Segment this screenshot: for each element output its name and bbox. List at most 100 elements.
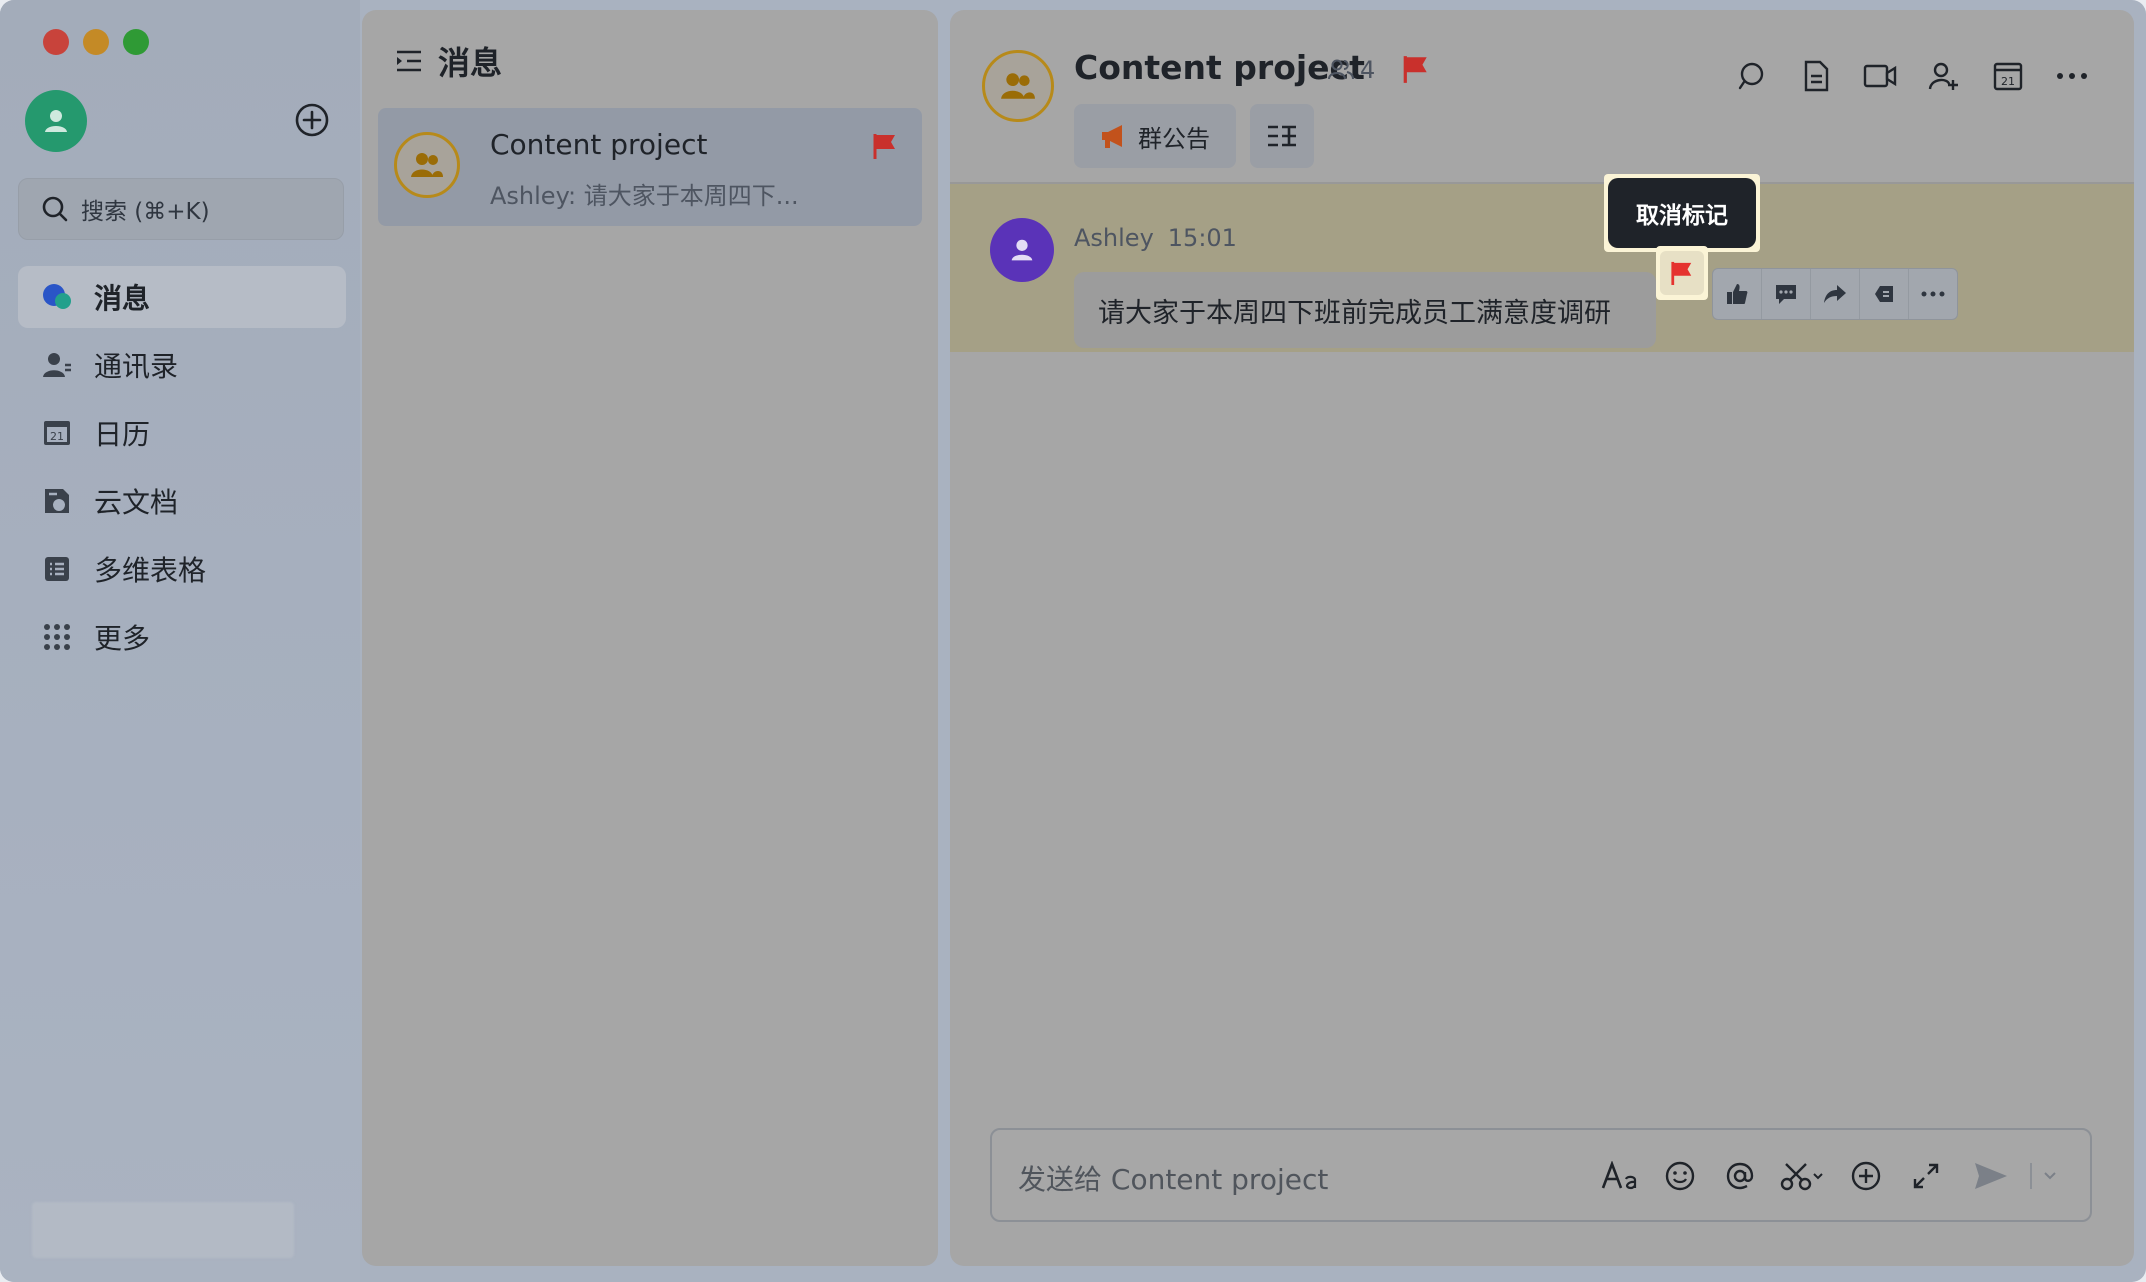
- menu-list-icon: [1268, 125, 1296, 147]
- sidebar-item-label: 通讯录: [94, 350, 179, 383]
- more-grid-icon: [40, 620, 74, 654]
- emoji-icon: [1665, 1161, 1695, 1191]
- thumbs-up-icon: [1727, 284, 1748, 304]
- expand-composer-button[interactable]: [1896, 1152, 1956, 1200]
- search-placeholder: 搜索 (⌘+K): [81, 199, 210, 225]
- sidebar-item-docs[interactable]: 云文档: [18, 470, 346, 532]
- group-icon: [411, 153, 443, 177]
- chevron-down-icon: [2044, 1172, 2056, 1180]
- send-button[interactable]: [1956, 1152, 2026, 1200]
- forward-button[interactable]: [1811, 269, 1860, 319]
- message-more-button[interactable]: [1909, 269, 1957, 319]
- text-format-button[interactable]: [1590, 1152, 1650, 1200]
- chat-search-button[interactable]: [1720, 54, 1784, 98]
- sidebar-item-more[interactable]: 更多: [18, 606, 346, 668]
- search-box[interactable]: 搜索 (⌘+K): [18, 178, 344, 240]
- add-attachment-button[interactable]: [1836, 1152, 1896, 1200]
- sidebar-item-calendar[interactable]: 21 日历: [18, 402, 346, 464]
- search-icon: [1738, 62, 1764, 90]
- message-bubble-icon: [40, 280, 74, 314]
- group-icon: [1001, 73, 1035, 99]
- message-meta: Ashley 15:01: [1074, 224, 1237, 252]
- chat-list-header: 消息: [394, 38, 502, 84]
- group-avatar: [394, 132, 460, 198]
- message-row[interactable]: Ashley 15:01 请大家于本周四下班前完成员工满意度调研: [950, 184, 2134, 352]
- sidebar-item-label: 更多: [94, 622, 151, 655]
- create-button[interactable]: [294, 102, 330, 138]
- bitable-icon: [40, 552, 74, 586]
- send-options-button[interactable]: [2038, 1152, 2062, 1200]
- mention-button[interactable]: [1710, 1152, 1770, 1200]
- window-minimize-button[interactable]: [83, 29, 109, 55]
- scissors-icon: [1780, 1163, 1823, 1191]
- plus-circle-icon: [1851, 1161, 1881, 1191]
- chat-group-avatar[interactable]: [982, 50, 1054, 122]
- person-icon: [45, 110, 67, 132]
- reply-button[interactable]: [1762, 269, 1811, 319]
- user-avatar[interactable]: [25, 90, 87, 152]
- svg-text:21: 21: [2001, 75, 2015, 88]
- message-bubble[interactable]: 请大家于本周四下班前完成员工满意度调研: [1074, 272, 1656, 348]
- composer-toolbar: [1590, 1152, 2062, 1200]
- chat-tabs-button[interactable]: [1250, 104, 1314, 168]
- sender-avatar[interactable]: [990, 218, 1054, 282]
- chat-header-toolbar: 21: [1720, 54, 2104, 98]
- schedule-button[interactable]: 21: [1976, 54, 2040, 98]
- calendar-icon: 21: [1993, 62, 2023, 91]
- like-button[interactable]: [1713, 269, 1762, 319]
- flag-icon[interactable]: [1402, 54, 1430, 84]
- sidebar-item-messages[interactable]: 消息: [18, 266, 346, 328]
- sidebar-item-label: 云文档: [94, 486, 179, 519]
- add-user-icon: [1928, 62, 1958, 90]
- chat-list-panel: 消息 Content project Ashley: 请大家于本周四下...: [362, 10, 938, 1266]
- more-options-button[interactable]: [2040, 54, 2104, 98]
- quote-button[interactable]: [1860, 269, 1909, 319]
- unflag-button-inner: [1660, 251, 1704, 295]
- megaphone-icon: [1102, 125, 1122, 148]
- app-window: 搜索 (⌘+K) 消息 通讯录 21 日历 云文档 多维表格 更多 消息 Con…: [0, 0, 2146, 1282]
- unflag-button[interactable]: [1656, 246, 1708, 300]
- group-notice-button[interactable]: 群公告: [1074, 104, 1236, 168]
- member-count[interactable]: 4: [1328, 56, 1375, 84]
- chat-name: Content project: [490, 128, 708, 161]
- cloud-docs-icon: [40, 484, 74, 518]
- forward-arrow-icon: [1824, 285, 1846, 303]
- window-close-button[interactable]: [43, 29, 69, 55]
- chat-title[interactable]: Content project: [1074, 48, 1365, 87]
- window-zoom-button[interactable]: [123, 29, 149, 55]
- sidebar-item-bitable[interactable]: 多维表格: [18, 538, 346, 600]
- text-format-icon: [1601, 1161, 1637, 1190]
- chat-panel: Content project 4 21 群公告 Ashley 15:01 请大…: [950, 10, 2134, 1266]
- composer-input[interactable]: 发送给 Content project: [1018, 1158, 1328, 1198]
- video-call-button[interactable]: [1848, 54, 1912, 98]
- blurred-footer: [32, 1202, 294, 1258]
- expand-icon: [1913, 1163, 1939, 1189]
- group-avatar: [982, 50, 1054, 122]
- sidebar-item-contacts[interactable]: 通讯录: [18, 334, 346, 396]
- video-camera-icon: [1863, 64, 1897, 88]
- tooltip: 取消标记: [1608, 178, 1756, 248]
- tooltip-text: 取消标记: [1636, 203, 1728, 229]
- group-notice-label: 群公告: [1138, 124, 1210, 153]
- tooltip-highlight: 取消标记: [1604, 174, 1760, 252]
- chat-docs-button[interactable]: [1784, 54, 1848, 98]
- flag-icon: [872, 132, 898, 160]
- sender-name: Ashley: [1074, 224, 1154, 252]
- screenshot-button[interactable]: [1770, 1152, 1836, 1200]
- member-count-value: 4: [1360, 56, 1376, 84]
- quote-icon: [1875, 286, 1893, 302]
- message-action-bar: [1712, 268, 1958, 320]
- flag-icon: [1671, 261, 1692, 285]
- collapse-list-icon[interactable]: [394, 46, 424, 76]
- emoji-button[interactable]: [1650, 1152, 1710, 1200]
- more-horizontal-icon: [1921, 291, 1945, 297]
- message-composer[interactable]: 发送给 Content project: [990, 1128, 2092, 1222]
- svg-text:21: 21: [50, 430, 64, 443]
- calendar-icon: 21: [40, 416, 74, 450]
- more-horizontal-icon: [2057, 73, 2087, 79]
- sidebar-item-label: 多维表格: [94, 554, 207, 587]
- plus-circle-icon: [295, 103, 329, 137]
- chat-preview: Ashley: 请大家于本周四下...: [490, 182, 799, 210]
- chat-list-item[interactable]: Content project Ashley: 请大家于本周四下...: [378, 108, 922, 226]
- add-member-button[interactable]: [1912, 54, 1976, 98]
